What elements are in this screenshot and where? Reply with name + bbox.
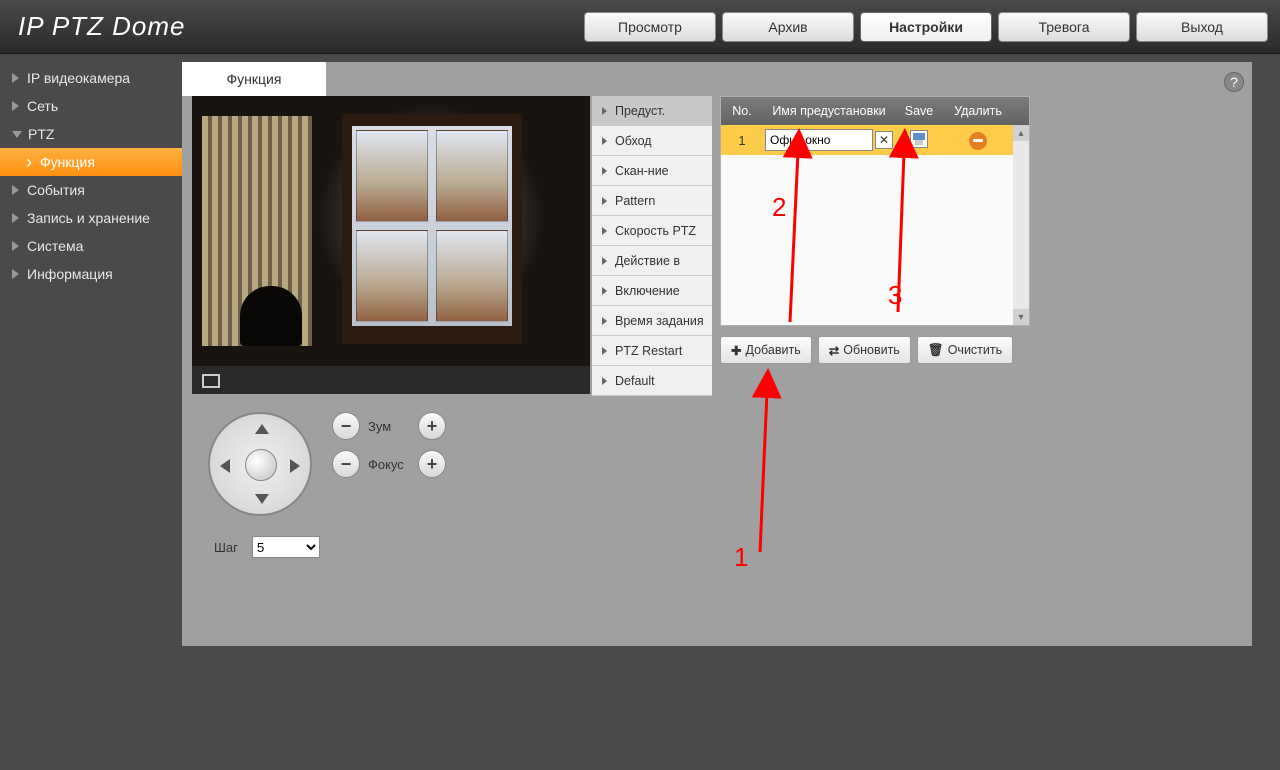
sidebar-item-storage[interactable]: Запись и хранение <box>0 204 182 232</box>
ptz-left[interactable] <box>220 459 230 473</box>
step-label: Шаг <box>214 540 238 555</box>
zoom-out-button[interactable]: − <box>332 412 360 440</box>
zoom-in-button[interactable]: + <box>418 412 446 440</box>
col-no: No. <box>721 104 763 118</box>
clear-input-icon[interactable]: ✕ <box>875 131 893 149</box>
func-ptz-restart[interactable]: PTZ Restart <box>592 336 712 366</box>
tab-function[interactable]: Функция <box>182 62 326 96</box>
clear-button[interactable]: 🗑Очистить <box>917 336 1013 364</box>
sidebar: IP видеокамера Сеть PTZ Функция События … <box>0 54 182 646</box>
refresh-icon: ⇄ <box>829 343 839 358</box>
nav-preview[interactable]: Просмотр <box>584 12 716 42</box>
nav-logout[interactable]: Выход <box>1136 12 1268 42</box>
col-name: Имя предустановки <box>763 104 895 118</box>
ptz-right[interactable] <box>290 459 300 473</box>
func-tour[interactable]: Обход <box>592 126 712 156</box>
ptz-up[interactable] <box>255 424 269 434</box>
sidebar-item-ptz[interactable]: PTZ <box>0 120 182 148</box>
nav-settings[interactable]: Настройки <box>860 12 992 42</box>
table-row: 1 ✕ <box>721 125 1029 155</box>
preset-table: No. Имя предустановки Save Удалить 1 ✕ <box>720 96 1030 326</box>
col-save: Save <box>895 104 943 118</box>
func-pattern[interactable]: Pattern <box>592 186 712 216</box>
chevron-icon <box>12 269 19 279</box>
sidebar-item-camera[interactable]: IP видеокамера <box>0 64 182 92</box>
trash-icon: 🗑 <box>928 343 944 358</box>
zoom-label: Зум <box>368 419 410 434</box>
plus-icon: ✚ <box>731 343 741 358</box>
func-ptz-speed[interactable]: Скорость PTZ <box>592 216 712 246</box>
chevron-icon <box>12 213 19 223</box>
add-button[interactable]: ✚Добавить <box>720 336 812 364</box>
sidebar-item-system[interactable]: Система <box>0 232 182 260</box>
func-powerup[interactable]: Включение <box>592 276 712 306</box>
nav-archive[interactable]: Архив <box>722 12 854 42</box>
chevron-icon <box>12 73 19 83</box>
sidebar-item-events[interactable]: События <box>0 176 182 204</box>
help-icon[interactable]: ? <box>1224 72 1244 92</box>
ptz-down[interactable] <box>255 494 269 504</box>
top-navigation: Просмотр Архив Настройки Тревога Выход <box>584 12 1280 42</box>
delete-icon[interactable] <box>969 132 987 150</box>
func-default[interactable]: Default <box>592 366 712 396</box>
chevron-down-icon <box>12 131 22 138</box>
chevron-icon <box>12 185 19 195</box>
step-select[interactable]: 5 <box>252 536 320 558</box>
scroll-down-icon[interactable]: ▾ <box>1013 309 1029 325</box>
focus-out-button[interactable]: − <box>332 450 360 478</box>
save-icon[interactable] <box>910 130 928 148</box>
preset-name-input[interactable] <box>765 129 873 151</box>
focus-in-button[interactable]: + <box>418 450 446 478</box>
ptz-dpad <box>208 412 312 516</box>
function-list: Предуст. Обход Скан-ние Pattern Скорость… <box>592 96 712 558</box>
scroll-up-icon[interactable]: ▴ <box>1013 125 1029 141</box>
col-delete: Удалить <box>943 104 1013 118</box>
chevron-icon <box>12 101 19 111</box>
nav-alarm[interactable]: Тревога <box>998 12 1130 42</box>
scrollbar[interactable]: ▴ ▾ <box>1013 125 1029 325</box>
chevron-icon <box>12 241 19 251</box>
row-no: 1 <box>721 133 763 148</box>
sidebar-sub-function[interactable]: Функция <box>0 148 182 176</box>
sidebar-item-info[interactable]: Информация <box>0 260 182 288</box>
sidebar-item-network[interactable]: Сеть <box>0 92 182 120</box>
video-preview <box>192 96 590 394</box>
func-scan[interactable]: Скан-ние <box>592 156 712 186</box>
fullscreen-icon[interactable] <box>202 374 220 388</box>
app-logo: IP PTZ Dome <box>0 11 186 42</box>
func-preset[interactable]: Предуст. <box>592 96 712 126</box>
func-time-task[interactable]: Время задания <box>592 306 712 336</box>
main-panel: ? Функция <box>182 62 1252 646</box>
refresh-button[interactable]: ⇄Обновить <box>818 336 911 364</box>
func-idle[interactable]: Действие в <box>592 246 712 276</box>
focus-label: Фокус <box>368 457 410 472</box>
